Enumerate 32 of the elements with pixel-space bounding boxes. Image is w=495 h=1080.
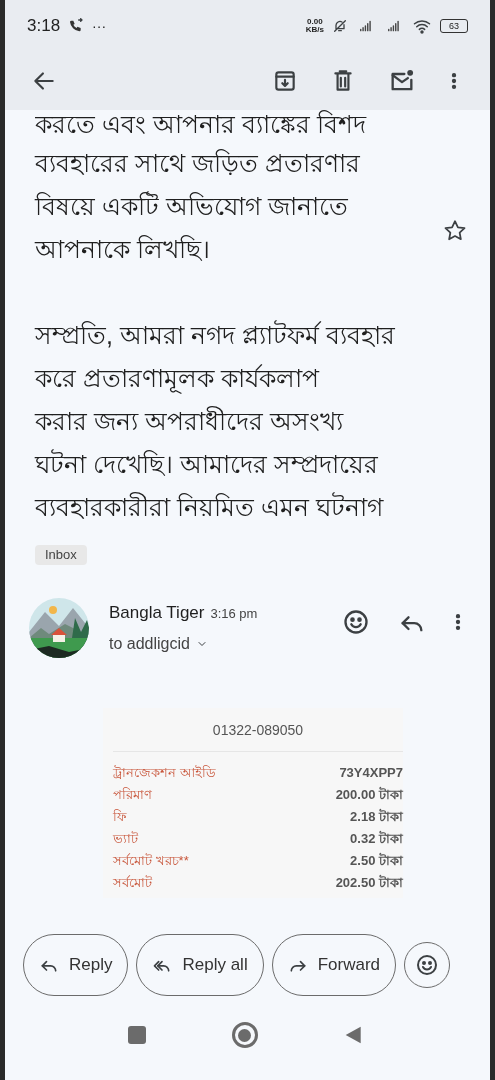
notification-more: ··· [92, 16, 107, 36]
email-body-text: সম্প্রতি, আমরা নগদ প্ল্যাটফর্ম ব্যবহার করে প্রতারণামূলক কার্যকলাপ করার জন্য অপরাধীদের অসংখ্য ঘটনা দেখেছি। আমাদের সম্প্রদায়ের ব্যবহারকারীরা নিয়মিত এমন ঘটনাগ [35, 319, 396, 523]
receipt-value: 73Y4XPP7 [339, 764, 403, 783]
receipt-label: সর্বমোট খরচ** [113, 852, 189, 871]
sender-name: Bangla Tiger [109, 602, 205, 624]
wifi-icon [412, 17, 432, 35]
emoji-icon[interactable] [342, 608, 370, 636]
receipt-phone: 01322-089050 [113, 708, 403, 752]
emoji-icon [415, 953, 440, 977]
receipt-label: ট্রানজেকশন আইডি [113, 764, 216, 783]
receipt-label: ভ্যাট [113, 830, 138, 849]
archive-icon[interactable] [272, 68, 298, 94]
home-button[interactable] [231, 1022, 258, 1048]
receipt-value: 202.50 টাকা [335, 874, 403, 893]
receipt-value: 0.32 টাকা [350, 830, 403, 849]
receipt-label: সর্বমোট [113, 874, 152, 893]
status-time: 3:18 [27, 15, 61, 38]
receipt-value: 2.50 টাকা [350, 852, 403, 871]
email-body-text: করতে এবং আপনার ব্যাঙ্কের বিশদ [35, 110, 366, 140]
email-body-text: ব্যবহারের সাথে জড়িত প্রতারণার বিষয়ে একটি অভিযোগ জানাতে আপনাকে লিখছি। [35, 148, 360, 265]
mute-icon [332, 18, 348, 34]
call-forward-icon [68, 18, 85, 34]
receipt-label: পরিমাণ [113, 786, 152, 805]
recents-button[interactable] [127, 1026, 146, 1044]
label-chip[interactable]: Inbox [35, 545, 87, 565]
message-time: 3:16 pm [210, 605, 258, 623]
battery-icon: 63 [440, 19, 468, 33]
receipt-value: 2.18 টাকা [350, 808, 403, 827]
receipt-label: ফি [113, 808, 127, 827]
recipient-toggle[interactable]: to addligcid [109, 631, 208, 656]
receipt-value: 200.00 টাকা [335, 786, 403, 805]
network-speed: 0.00 KB/s [305, 18, 324, 34]
